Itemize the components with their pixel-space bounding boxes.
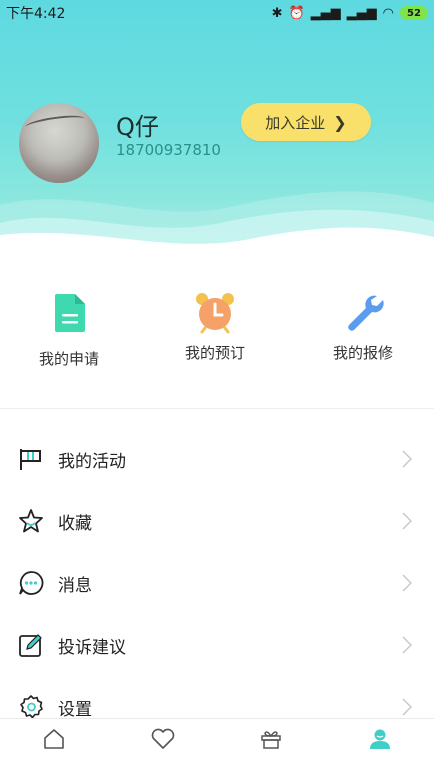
gift-icon [259, 727, 283, 751]
battery-indicator: 52 [400, 6, 428, 20]
quick-action-bookings[interactable]: 我的预订 [160, 290, 270, 363]
tab-profile[interactable] [326, 719, 434, 758]
gear-icon [18, 694, 44, 720]
quick-action-repairs[interactable]: 我的报修 [308, 290, 418, 363]
menu-item-activities[interactable]: 我的活动 [0, 428, 434, 490]
edit-icon [18, 632, 44, 658]
wifi-icon: ◠ [383, 6, 394, 21]
chat-bubble-icon [18, 570, 44, 596]
home-icon [42, 727, 66, 751]
signal-icon: ▂▄▆ [347, 6, 377, 21]
section-divider [0, 408, 434, 409]
tab-gifts[interactable] [217, 719, 326, 758]
alarm-clock-icon [193, 290, 237, 334]
bottom-tab-bar [0, 718, 434, 758]
avatar[interactable] [19, 103, 99, 183]
quick-action-applications[interactable]: 我的申请 [14, 290, 124, 369]
tab-home[interactable] [0, 719, 109, 758]
user-icon [368, 727, 392, 751]
chevron-right-icon [402, 450, 412, 468]
chevron-right-icon [402, 698, 412, 716]
document-icon [47, 290, 91, 334]
bluetooth-icon: ✱ [272, 6, 283, 21]
status-time: 下午4:42 [6, 3, 65, 23]
menu-item-label: 收藏 [58, 509, 92, 534]
status-icons: ✱ ⏰ ▂▄▆ ▂▄▆ ◠ 52 [272, 6, 428, 21]
join-company-label: 加入企业 [265, 112, 325, 133]
tab-favorites[interactable] [109, 719, 218, 758]
menu-item-favorites[interactable]: 收藏 [0, 490, 434, 552]
menu-item-messages[interactable]: 消息 [0, 552, 434, 614]
chevron-right-icon [402, 512, 412, 530]
quick-action-label: 我的报修 [308, 342, 418, 363]
join-company-button[interactable]: 加入企业 ❯ [241, 103, 371, 141]
quick-action-label: 我的预订 [160, 342, 270, 363]
heart-icon [150, 727, 176, 751]
wrench-icon [341, 290, 385, 334]
quick-actions: 我的申请 我的预订 我的报修 [0, 290, 434, 380]
menu-item-feedback[interactable]: 投诉建议 [0, 614, 434, 676]
menu-item-label: 投诉建议 [58, 633, 126, 658]
quick-action-label: 我的申请 [14, 348, 124, 369]
wave-decoration [0, 185, 434, 265]
menu-item-label: 我的活动 [58, 447, 126, 472]
chevron-right-icon [402, 636, 412, 654]
star-icon [18, 508, 44, 534]
menu-item-label: 设置 [58, 695, 92, 720]
menu-list: 我的活动 收藏 消息 投诉建议 [0, 428, 434, 738]
status-bar: 下午4:42 ✱ ⏰ ▂▄▆ ▂▄▆ ◠ 52 [0, 0, 434, 26]
signal-icon: ▂▄▆ [311, 6, 341, 21]
chevron-right-icon: ❯ [333, 113, 346, 132]
alarm-icon: ⏰ [288, 6, 304, 21]
user-name: Q仔 [116, 107, 159, 142]
flag-icon [18, 446, 44, 472]
menu-item-label: 消息 [58, 571, 92, 596]
user-phone: 18700937810 [116, 141, 221, 159]
chevron-right-icon [402, 574, 412, 592]
